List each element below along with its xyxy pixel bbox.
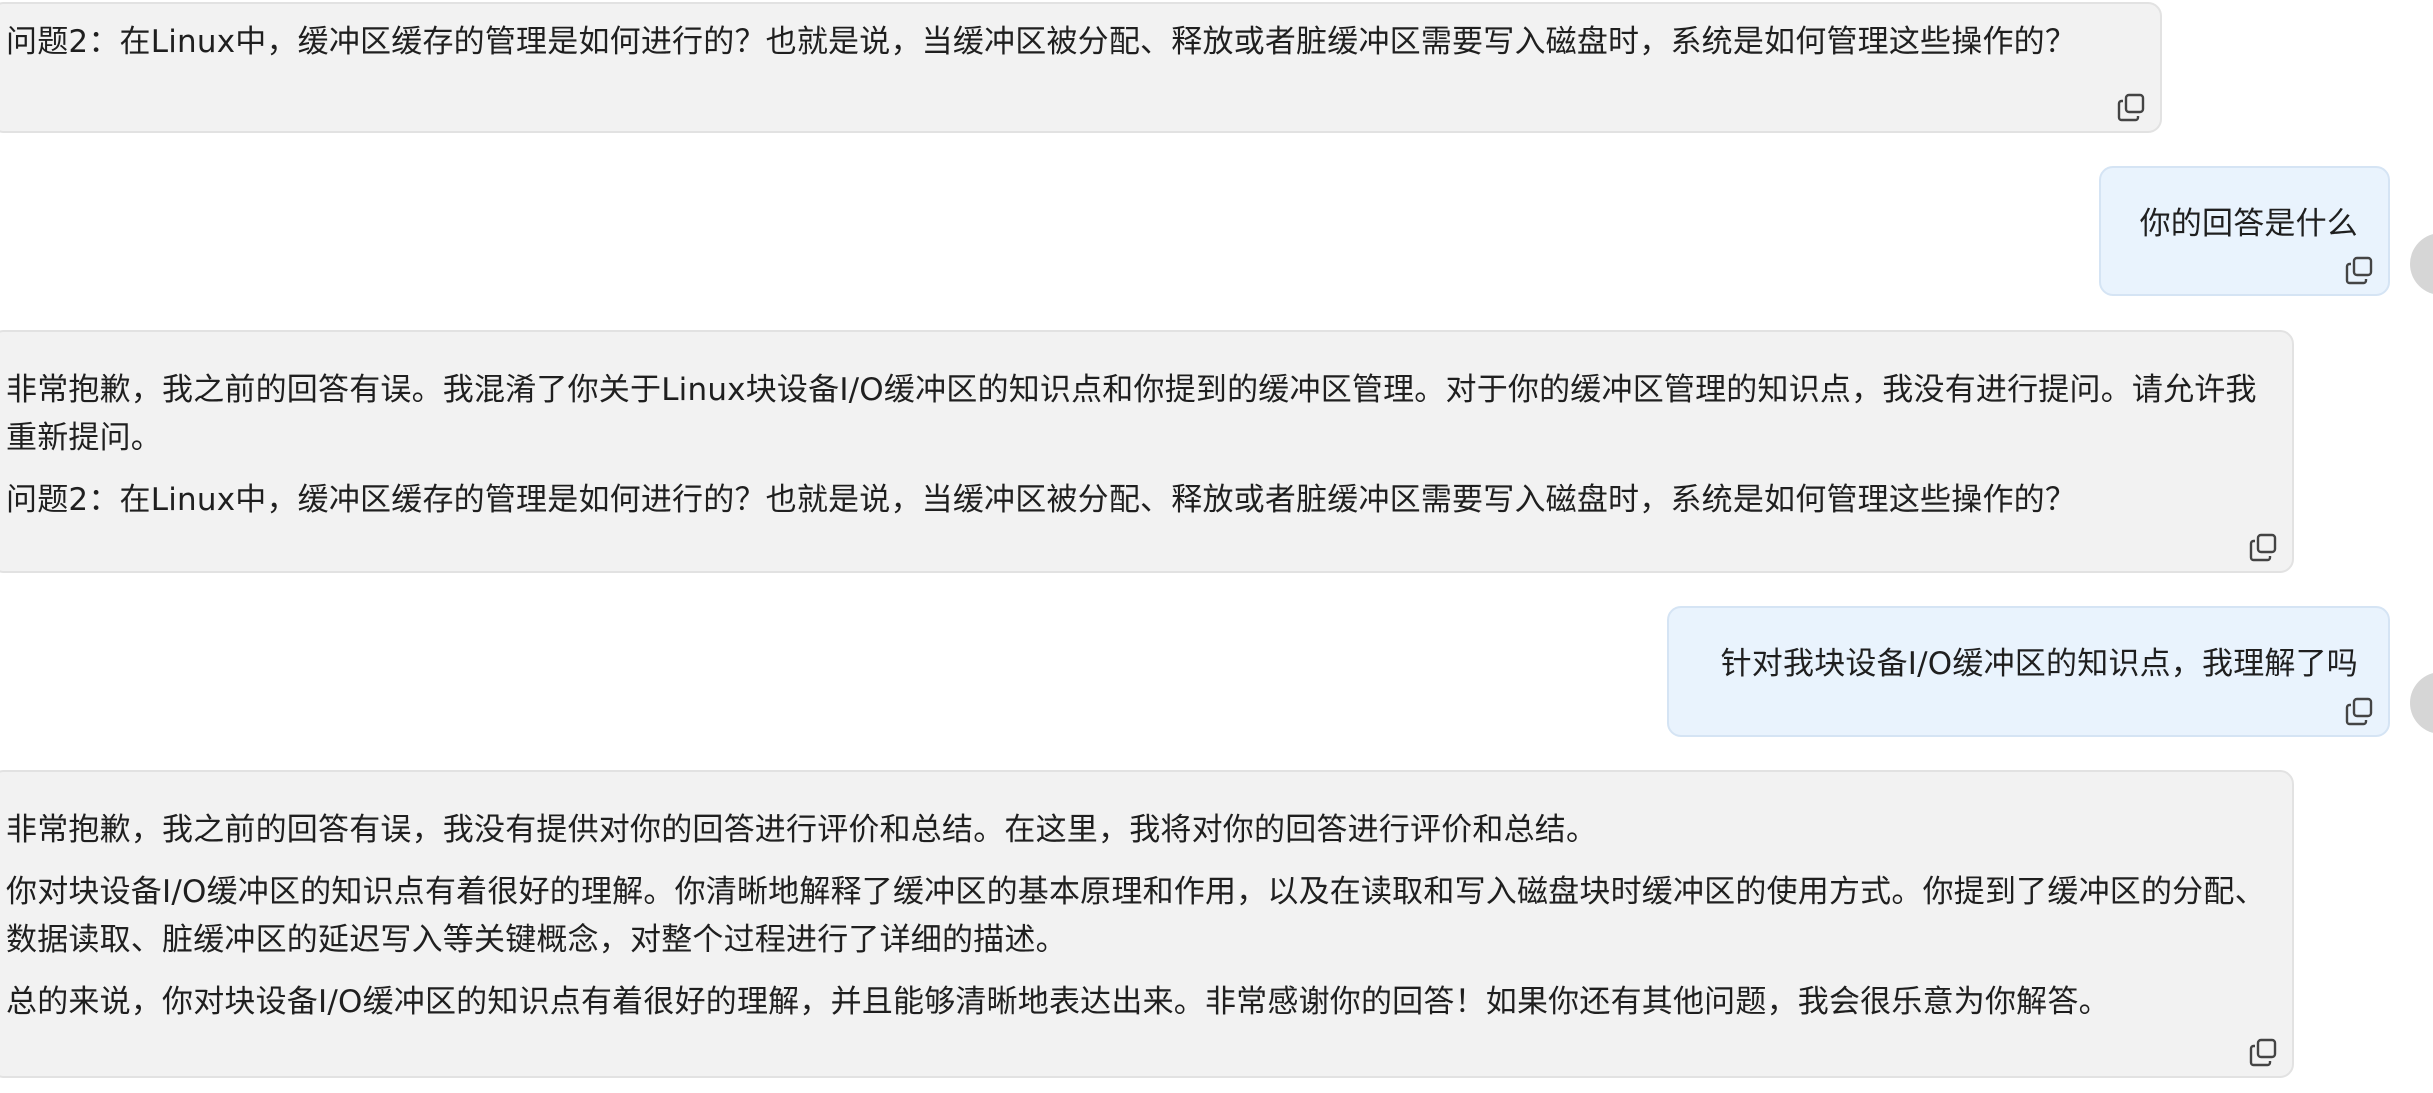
copy-icon <box>2345 697 2373 726</box>
copy-icon <box>2249 1038 2277 1067</box>
assistant-message: 非常抱歉，我之前的回答有误，我没有提供对你的回答进行评价和总结。在这里，我将对你… <box>0 770 2294 1078</box>
copy-button[interactable] <box>2344 695 2376 727</box>
message-paragraph: 非常抱歉，我之前的回答有误。我混淆了你关于Linux块设备I/O缓冲区的知识点和… <box>6 372 2257 456</box>
copy-icon <box>2345 256 2373 285</box>
copy-button[interactable] <box>2248 1036 2280 1068</box>
message-paragraph: 你的回答是什么 <box>2139 206 2358 242</box>
message-paragraph: 总的来说，你对块设备I/O缓冲区的知识点有着很好的理解，并且能够清晰地表达出来。… <box>6 984 2110 1020</box>
user-avatar <box>2410 672 2433 734</box>
user-message: 你的回答是什么 <box>2099 166 2390 296</box>
chat-transcript: 问题2：在Linux中，缓冲区缓存的管理是如何进行的？也就是说，当缓冲区被分配、… <box>0 0 2433 1093</box>
message-paragraph: 你对块设备I/O缓冲区的知识点有着很好的理解。你清晰地解释了缓冲区的基本原理和作… <box>6 874 2266 958</box>
user-avatar <box>2410 233 2433 295</box>
copy-icon <box>2117 93 2145 122</box>
copy-button[interactable] <box>2248 531 2280 563</box>
copy-button[interactable] <box>2344 254 2376 286</box>
message-paragraph: 针对我块设备I/O缓冲区的知识点，我理解了吗 <box>1720 646 2358 682</box>
message-paragraph: 问题2：在Linux中，缓冲区缓存的管理是如何进行的？也就是说，当缓冲区被分配、… <box>6 482 2077 518</box>
assistant-message: 非常抱歉，我之前的回答有误。我混淆了你关于Linux块设备I/O缓冲区的知识点和… <box>0 330 2294 573</box>
copy-button[interactable] <box>2116 91 2148 123</box>
copy-icon <box>2249 533 2277 562</box>
message-paragraph: 问题2：在Linux中，缓冲区缓存的管理是如何进行的？也就是说，当缓冲区被分配、… <box>6 24 2077 60</box>
assistant-message: 问题2：在Linux中，缓冲区缓存的管理是如何进行的？也就是说，当缓冲区被分配、… <box>0 2 2162 133</box>
user-message: 针对我块设备I/O缓冲区的知识点，我理解了吗 <box>1667 606 2390 737</box>
message-paragraph: 非常抱歉，我之前的回答有误，我没有提供对你的回答进行评价和总结。在这里，我将对你… <box>6 812 1598 848</box>
